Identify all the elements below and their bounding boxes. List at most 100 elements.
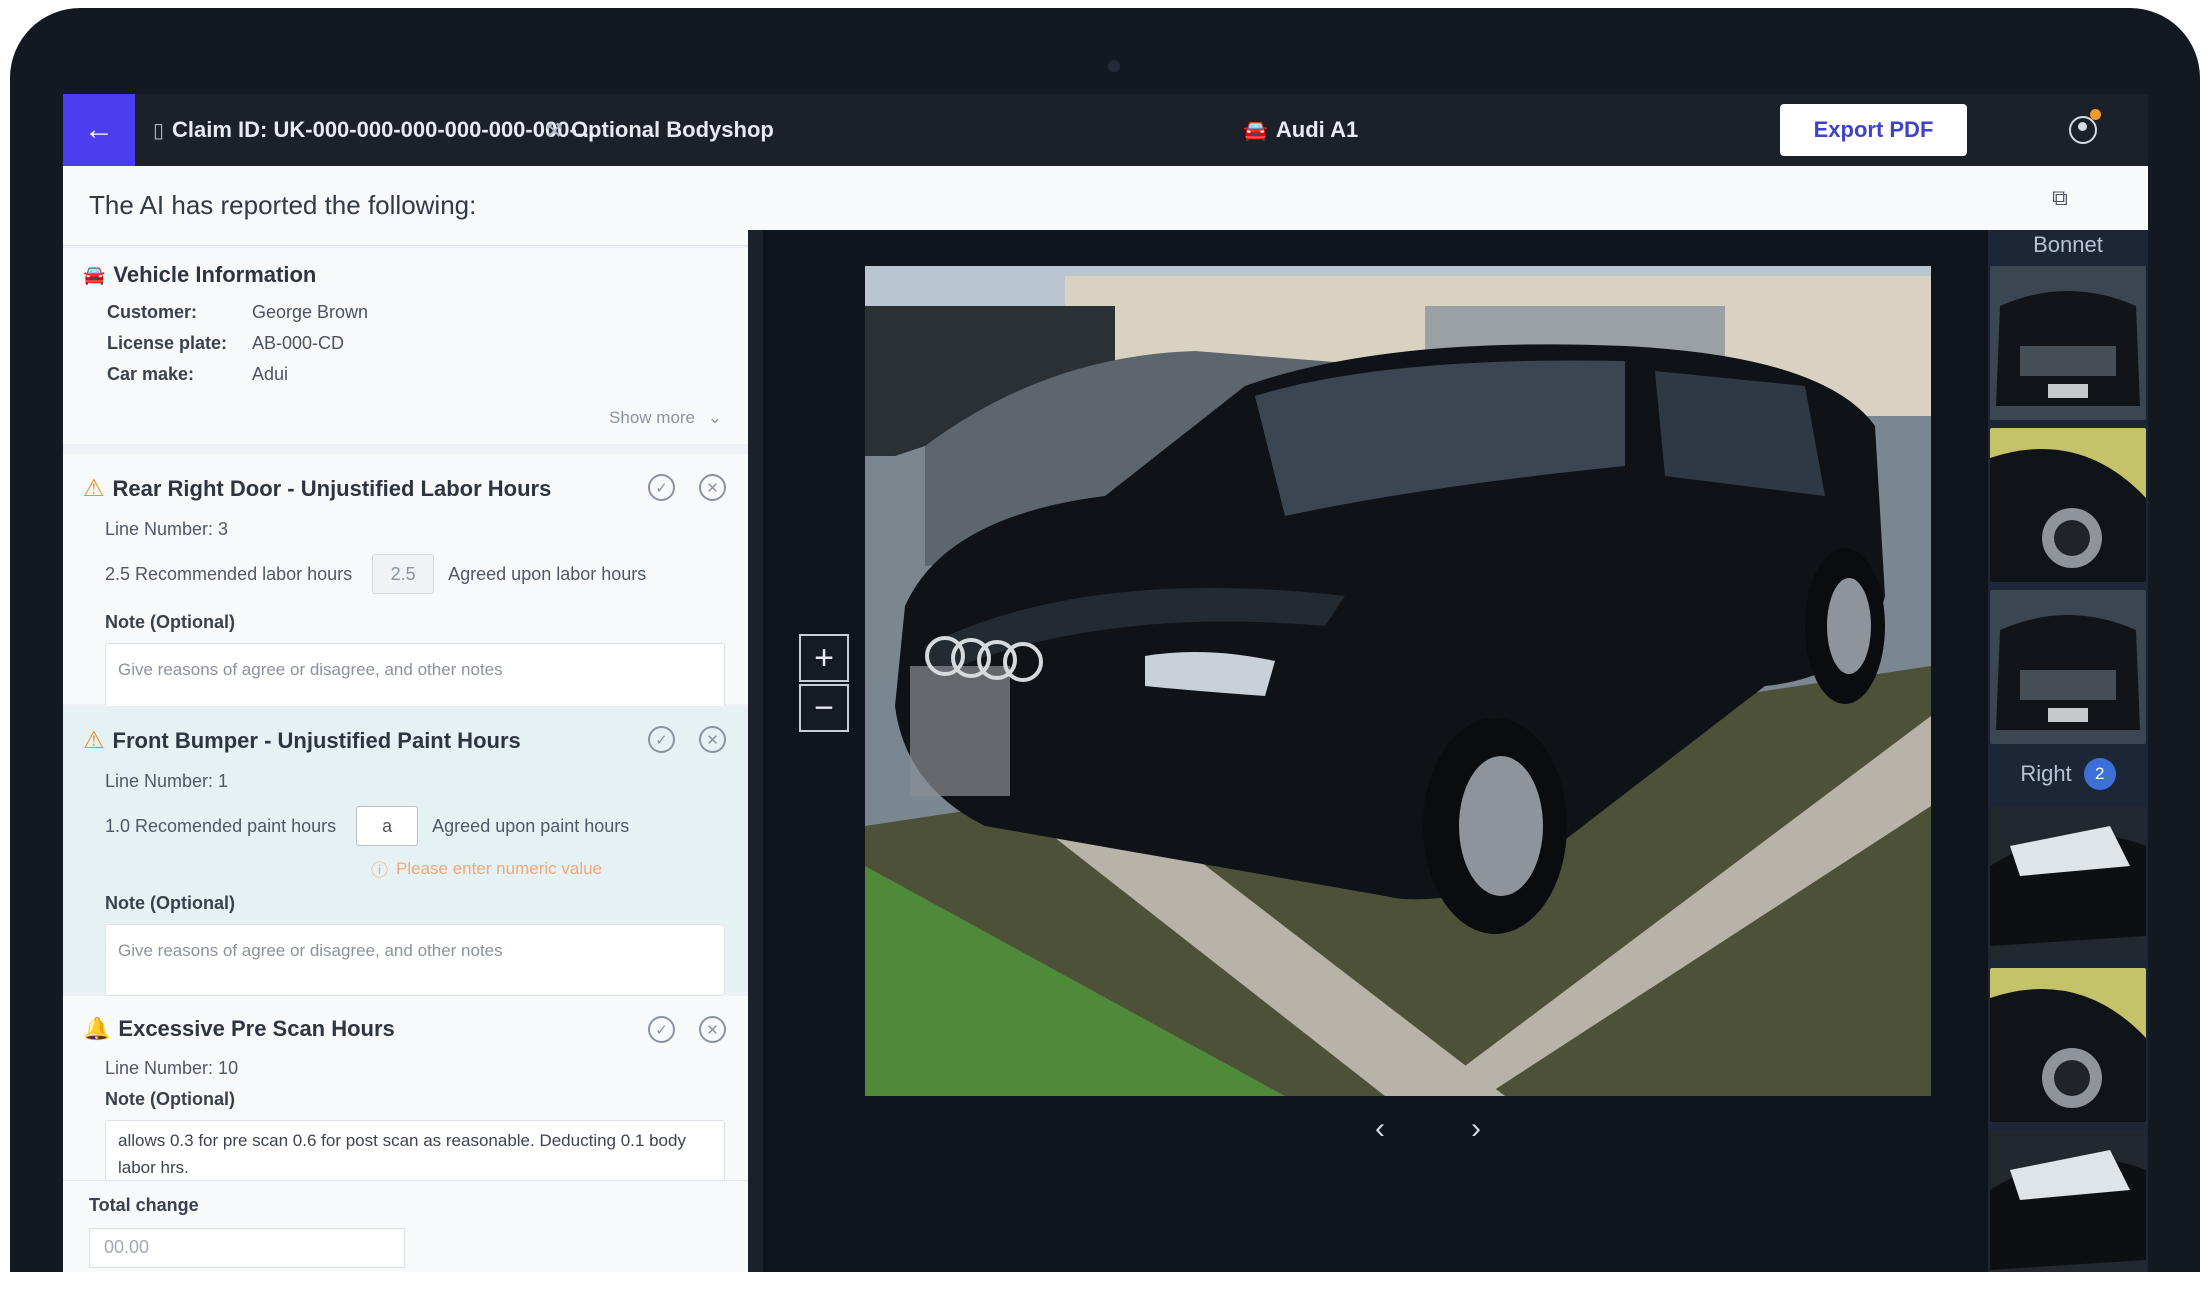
thumbnail-group-bonnet: Bonnet [1988,230,2148,260]
vehicle-info-title: 🚘 Vehicle Information [83,262,728,288]
finding-actions: ✓ ✕ [648,1016,726,1043]
line-number: Line Number: 3 [105,519,229,539]
thumbnail-image[interactable] [1990,428,2146,582]
line-number: Line Number: 10 [105,1058,239,1078]
zoom-in-button[interactable]: + [799,634,849,682]
thumbnail-illustration [1990,590,2146,744]
image-viewer: + − ‹ › [763,230,1998,1272]
agreed-hours-label: Agreed upon labor hours [448,563,647,584]
car-icon: 🚘 [83,264,106,285]
error-circle-icon: ⓘ [371,861,388,880]
total-change-label: Total change [89,1195,199,1215]
thumbnail-image[interactable] [1990,590,2146,744]
customer-row: Customer: George Brown [107,302,728,323]
license-plate-value: AB-000-CD [252,333,345,353]
external-link-icon[interactable]: ⧉ [2046,184,2074,212]
agreed-hours-input[interactable]: 2.5 [372,554,435,594]
customer-key: Customer: [107,302,198,322]
zoom-out-button[interactable]: − [799,684,849,732]
note-textarea[interactable]: allows 0.3 for pre scan 0.6 for post sca… [105,1120,725,1184]
thumbnail-illustration [1990,266,2146,420]
reject-x-icon[interactable]: ✕ [699,726,726,753]
thumbnail-illustration [1990,968,2146,1122]
finding-title: ⚠ Front Bumper - Unjustified Paint Hours [83,726,728,755]
group-label: Right [2020,761,2072,786]
bodyshop-text: Optional Bodyshop [570,117,774,142]
top-bar: ← ▯ Claim ID: UK-000-000-000-000-000-000… [63,94,2148,166]
document-icon: ▯ [153,119,165,142]
bell-icon: 🔔 [83,1016,111,1041]
warning-icon: ⚠ [83,475,105,502]
claim-id: ▯ Claim ID: UK-000-000-000-000-000-000-.… [153,94,595,166]
agreed-hours-label: Agreed upon paint hours [432,815,630,836]
validation-error-text: Please enter numeric value [396,858,603,878]
show-more-link[interactable]: Show more ⌄ [609,408,722,428]
validation-error: ⓘ Please enter numeric value [371,856,728,881]
note-label: Note (Optional) [105,893,235,913]
page-bottom [0,1272,2210,1310]
bodyshop: ⚒ Optional Bodyshop [545,94,774,166]
group-label: Bonnet [2033,232,2103,257]
thumbnail-illustration [1990,806,2146,960]
report-panel: The AI has reported the following: 🚘 Veh… [63,166,748,1272]
chevron-down-icon: ⌄ [707,408,722,427]
finding-title: ⚠ Rear Right Door - Unjustified Labor Ho… [83,474,728,503]
wrench-icon: ⚒ [545,119,563,142]
car-make-value: Adui [252,364,289,384]
car-make-row: Car make: Adui [107,364,728,385]
car-photo [865,266,1931,1096]
warning-icon: ⚠ [83,727,105,754]
previous-image-button[interactable]: ‹ [1375,1112,1385,1146]
finding-card-rear-right-door: ⚠ Rear Right Door - Unjustified Labor Ho… [63,454,748,715]
license-plate-key: License plate: [107,333,228,353]
user-circle-icon[interactable] [2069,116,2097,144]
total-change-input[interactable]: 00.00 [89,1228,405,1268]
next-image-button[interactable]: › [1471,1112,1481,1146]
accept-check-icon[interactable]: ✓ [648,1016,675,1043]
app-screen: ← ▯ Claim ID: UK-000-000-000-000-000-000… [63,94,2148,1272]
notification-dot [2090,109,2101,120]
vehicle-information: 🚘 Vehicle Information Customer: George B… [63,248,748,444]
agreed-hours-input[interactable]: a [356,806,419,846]
reject-x-icon[interactable]: ✕ [699,1016,726,1043]
thumbnail-image[interactable] [1990,806,2146,960]
hours-row: 2.5 Recommended labor hours 2.5 Agreed u… [105,554,728,594]
accept-check-icon[interactable]: ✓ [648,474,675,501]
recommended-hours: 1.0 Recomended paint hours [105,815,337,836]
note-textarea[interactable]: Give reasons of agree or disagree, and o… [105,643,725,715]
license-plate-row: License plate: AB-000-CD [107,333,728,354]
thumbnail-image[interactable] [1990,266,2146,420]
finding-card-front-bumper: ⚠ Front Bumper - Unjustified Paint Hours… [63,706,748,996]
show-more-label: Show more [609,408,696,427]
group-count-badge: 2 [2083,758,2116,790]
hours-row: 1.0 Recomended paint hours a Agreed upon… [105,806,728,846]
car-model-text: Audi A1 [1275,117,1359,142]
finding-title-text: Excessive Pre Scan Hours [118,1016,395,1041]
reject-x-icon[interactable]: ✕ [699,474,726,501]
finding-title: 🔔 Excessive Pre Scan Hours [83,1016,728,1042]
viewer-toolbar: ⧉ ⩸ [748,166,2148,230]
thumbnail-image[interactable] [1990,968,2146,1122]
arrow-left-icon: ← [84,113,114,146]
vehicle-info-label: Vehicle Information [113,262,317,287]
note-textarea[interactable]: Give reasons of agree or disagree, and o… [105,924,725,996]
car-model: 🚘 Audi A1 [1243,94,1358,166]
thumbnail-illustration [1990,1130,2146,1272]
thumbnail-group-right: Right 2 [1988,752,2148,796]
camera [1108,60,1120,72]
finding-card-pre-scan: 🔔 Excessive Pre Scan Hours ✓ ✕ Line Numb… [63,996,748,1184]
report-title: The AI has reported the following: [63,166,748,246]
export-pdf-button[interactable]: Export PDF [1780,104,1967,156]
note-label: Note (Optional) [105,1089,235,1109]
thumbnail-illustration [1990,428,2146,582]
back-button[interactable]: ← [63,94,135,166]
line-number: Line Number: 1 [105,771,229,791]
finding-actions: ✓ ✕ [648,474,726,501]
claim-id-text: Claim ID: UK-000-000-000-000-000-000-... [172,117,596,142]
accept-check-icon[interactable]: ✓ [648,726,675,753]
note-label: Note (Optional) [105,612,235,632]
total-change: Total change 00.00 [63,1180,748,1272]
thumbnail-image[interactable] [1990,1130,2146,1272]
car-icon: 🚘 [1243,119,1268,142]
finding-title-text: Front Bumper - Unjustified Paint Hours [112,727,521,753]
